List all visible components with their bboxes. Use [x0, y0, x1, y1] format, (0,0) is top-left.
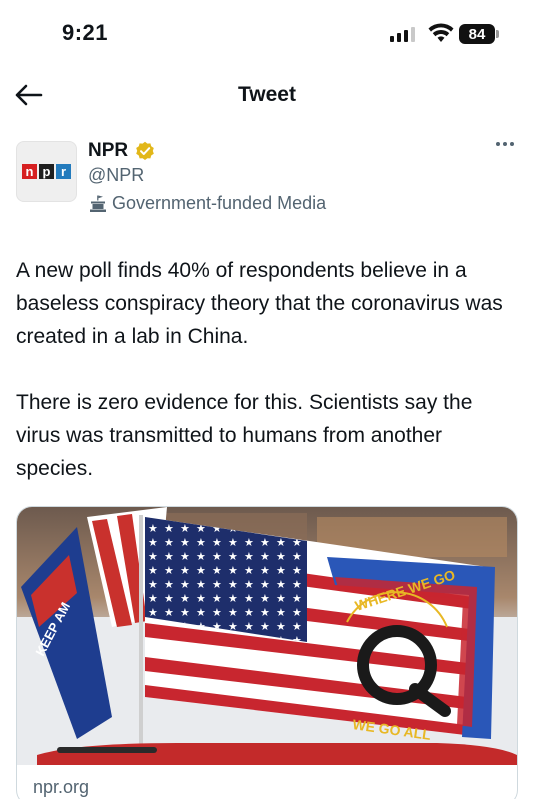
status-bar: 9:21 84: [0, 0, 534, 68]
government-building-icon: [90, 195, 106, 212]
author-handle[interactable]: @NPR: [88, 165, 144, 186]
page-title: Tweet: [238, 83, 296, 106]
verified-badge-icon[interactable]: [135, 141, 155, 161]
link-card-domain: npr.org: [33, 777, 90, 797]
link-card-image: ★ KEEP AM WHERE WE GO WE GO ALL: [17, 507, 517, 765]
battery-tip: [496, 30, 499, 38]
link-card[interactable]: ★ KEEP AM WHERE WE GO WE GO ALL: [16, 506, 518, 799]
npr-logo-p: p: [39, 164, 54, 179]
npr-logo-n: n: [22, 164, 37, 179]
npr-logo-r: r: [56, 164, 71, 179]
author-name[interactable]: NPR: [88, 140, 128, 162]
cellular-signal-icon: [390, 26, 415, 42]
wifi-icon: [428, 23, 454, 42]
top-nav: Tweet: [0, 70, 534, 122]
status-time: 9:21: [62, 20, 109, 45]
tweet-author: n p r NPR @NPR Government-funded Media: [16, 138, 518, 220]
tweet-text: A new poll finds 40% of respondents beli…: [16, 259, 503, 480]
battery-icon: 84: [459, 24, 495, 44]
government-label-text: Government-funded Media: [112, 193, 327, 213]
government-label[interactable]: Government-funded Media: [88, 193, 326, 214]
battery-level: 84: [468, 25, 486, 43]
more-options-icon[interactable]: [496, 142, 518, 152]
avatar[interactable]: n p r: [16, 141, 77, 202]
